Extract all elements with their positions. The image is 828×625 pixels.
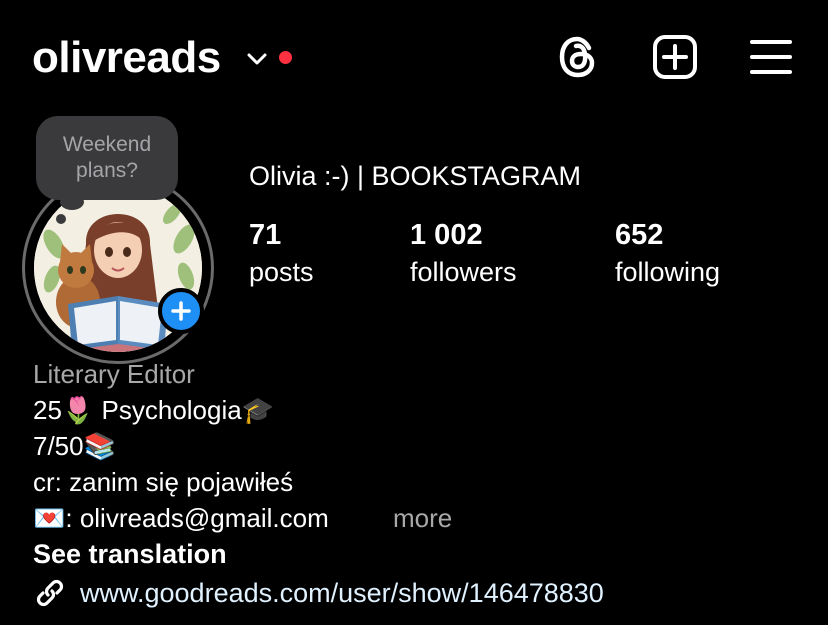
bio-line: 25🌷 Psychologia🎓 (33, 395, 275, 425)
followers-count[interactable]: 1 002 (410, 218, 483, 252)
following-count[interactable]: 652 (615, 218, 663, 252)
bio-line: cr: zanim się pojawiłeś (33, 467, 294, 497)
chevron-down-icon[interactable] (244, 46, 270, 72)
see-translation-link[interactable]: See translation (33, 538, 227, 570)
posts-label[interactable]: posts (249, 256, 314, 288)
followers-label[interactable]: followers (410, 256, 517, 288)
display-name: Olivia :-) | BOOKSTAGRAM (249, 161, 582, 191)
more-link[interactable]: more (393, 502, 452, 534)
new-post-icon[interactable] (652, 34, 698, 80)
posts-count[interactable]: 71 (249, 218, 281, 252)
following-label[interactable]: following (615, 256, 720, 288)
bio-line: 7/50📚 (33, 431, 116, 461)
username-title[interactable]: olivreads (32, 32, 221, 84)
website-link[interactable]: www.goodreads.com/user/show/146478830 (80, 576, 604, 610)
add-story-button[interactable] (158, 288, 204, 334)
notification-dot (279, 51, 292, 64)
link-icon (33, 576, 67, 610)
profile-category: Literary Editor (33, 359, 195, 389)
plus-icon (171, 301, 191, 321)
menu-icon[interactable] (748, 34, 794, 80)
note-bubble[interactable]: Weekend plans? (36, 116, 178, 200)
note-bubble-tail-dot (56, 214, 66, 224)
threads-icon[interactable] (556, 34, 602, 80)
bio-line-email[interactable]: 💌: olivreads@gmail.com (33, 502, 329, 534)
